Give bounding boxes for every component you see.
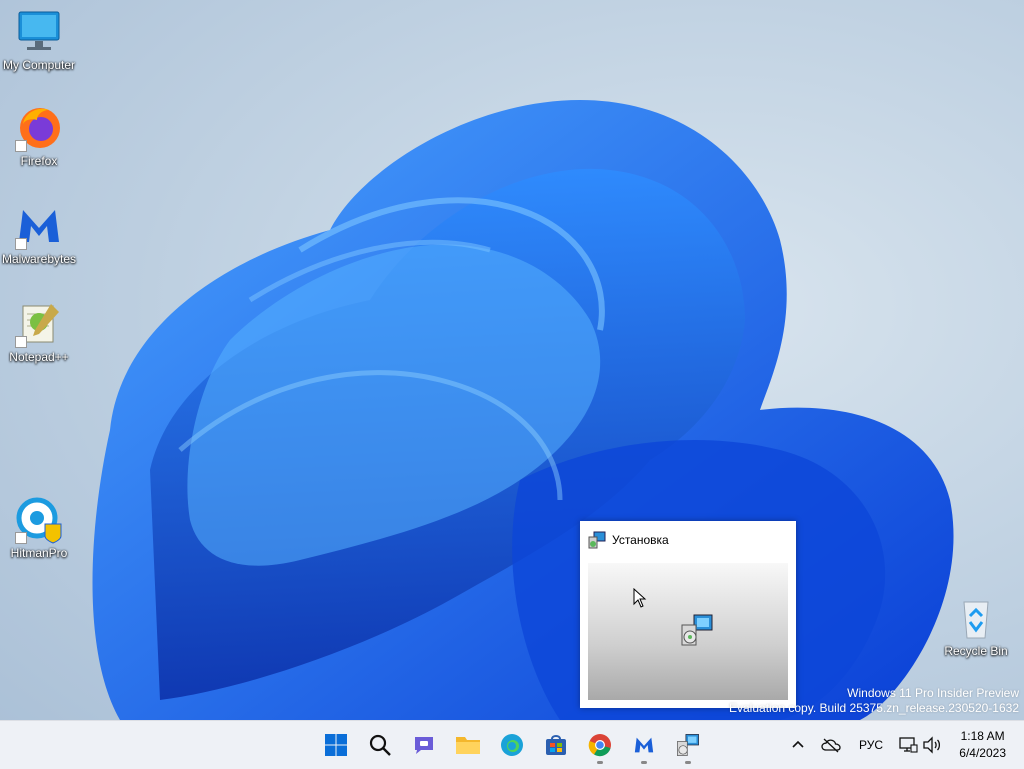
windows-logo-icon (325, 734, 347, 756)
installer-titlebar[interactable]: Установка (580, 521, 796, 559)
desktop-icon-label: Malwarebytes (1, 252, 77, 266)
computer-icon (15, 8, 63, 56)
speaker-icon (923, 736, 941, 754)
evaluation-watermark: Windows 11 Pro Insider Preview Evaluatio… (729, 686, 1019, 716)
tray-clock[interactable]: 1:18 AM 6/4/2023 (959, 728, 1006, 762)
desktop-icon-label: My Computer (2, 58, 76, 72)
tray-volume-button[interactable] (922, 721, 942, 769)
shortcut-arrow-icon (15, 336, 27, 348)
setup-icon (681, 614, 713, 646)
chevron-up-icon (792, 740, 804, 748)
tray-onedrive-button[interactable] (821, 721, 841, 769)
mouse-cursor-icon (633, 588, 647, 608)
installer-pane (588, 563, 788, 700)
desktop: My Computer Firefox Malwarebytes Notepad… (0, 0, 1024, 720)
taskbar-search-button[interactable] (360, 725, 400, 765)
desktop-icon-label: Recycle Bin (944, 644, 1008, 658)
tray-language-indicator[interactable]: РУС (859, 721, 883, 769)
folder-icon (456, 737, 480, 754)
language-label: РУС (859, 738, 884, 752)
chrome-icon (588, 734, 611, 757)
taskbar-file-explorer-button[interactable] (448, 725, 488, 765)
taskbar-chrome-button[interactable] (580, 725, 620, 765)
desktop-icon-label: HitmanPro (10, 546, 68, 560)
taskbar-chat-button[interactable] (404, 725, 444, 765)
clock-date: 6/4/2023 (959, 746, 1006, 760)
clock-time: 1:18 AM (960, 729, 1005, 743)
store-icon (546, 735, 566, 755)
edge-icon (501, 734, 523, 756)
taskbar-start-button[interactable] (316, 725, 356, 765)
watermark-line-1: Windows 11 Pro Insider Preview (847, 686, 1019, 700)
running-indicator (597, 761, 603, 764)
search-icon (369, 734, 391, 756)
desktop-icon-notepadpp[interactable]: Notepad++ (0, 300, 78, 364)
desktop-icon-hitmanpro[interactable]: HitmanPro (0, 496, 78, 560)
desktop-icon-malwarebytes[interactable]: Malwarebytes (0, 202, 78, 266)
wallpaper-bloom (92, 100, 954, 720)
cloud-offline-icon (821, 738, 841, 753)
taskbar-malwarebytes-button[interactable] (624, 725, 664, 765)
installer-title: Установка (612, 533, 669, 547)
tray-overflow-button[interactable] (790, 721, 806, 769)
recycle-bin-icon (952, 594, 1000, 642)
notepadpp-icon (15, 300, 63, 348)
shortcut-arrow-icon (15, 238, 27, 250)
taskbar-store-button[interactable] (536, 725, 576, 765)
hitmanpro-icon (15, 496, 63, 544)
desktop-icon-label: Firefox (20, 154, 58, 168)
running-indicator (641, 761, 647, 764)
malwarebytes-icon (634, 737, 654, 753)
desktop-icon-label: Notepad++ (9, 350, 69, 364)
network-icon (899, 737, 918, 753)
desktop-icon-my-computer[interactable]: My Computer (0, 8, 78, 72)
teams-chat-icon (415, 737, 433, 754)
desktop-icon-recycle-bin[interactable]: Recycle Bin (936, 594, 1016, 658)
watermark-line-2: Evaluation copy. Build 25375.zn_release.… (729, 701, 1019, 715)
shortcut-arrow-icon (15, 532, 27, 544)
tray-network-button[interactable] (898, 721, 918, 769)
shortcut-arrow-icon (15, 140, 27, 152)
firefox-icon (15, 104, 63, 152)
running-indicator (685, 761, 691, 764)
malwarebytes-icon (15, 202, 63, 250)
installer-window[interactable]: Установка (580, 521, 796, 708)
taskbar-setup-button[interactable] (668, 725, 708, 765)
setup-icon (677, 734, 699, 756)
desktop-icon-firefox[interactable]: Firefox (0, 104, 78, 168)
taskbar-edge-button[interactable] (492, 725, 532, 765)
taskbar: РУС 1:18 AM 6/4/2023 (0, 720, 1024, 769)
setup-icon (588, 531, 606, 549)
